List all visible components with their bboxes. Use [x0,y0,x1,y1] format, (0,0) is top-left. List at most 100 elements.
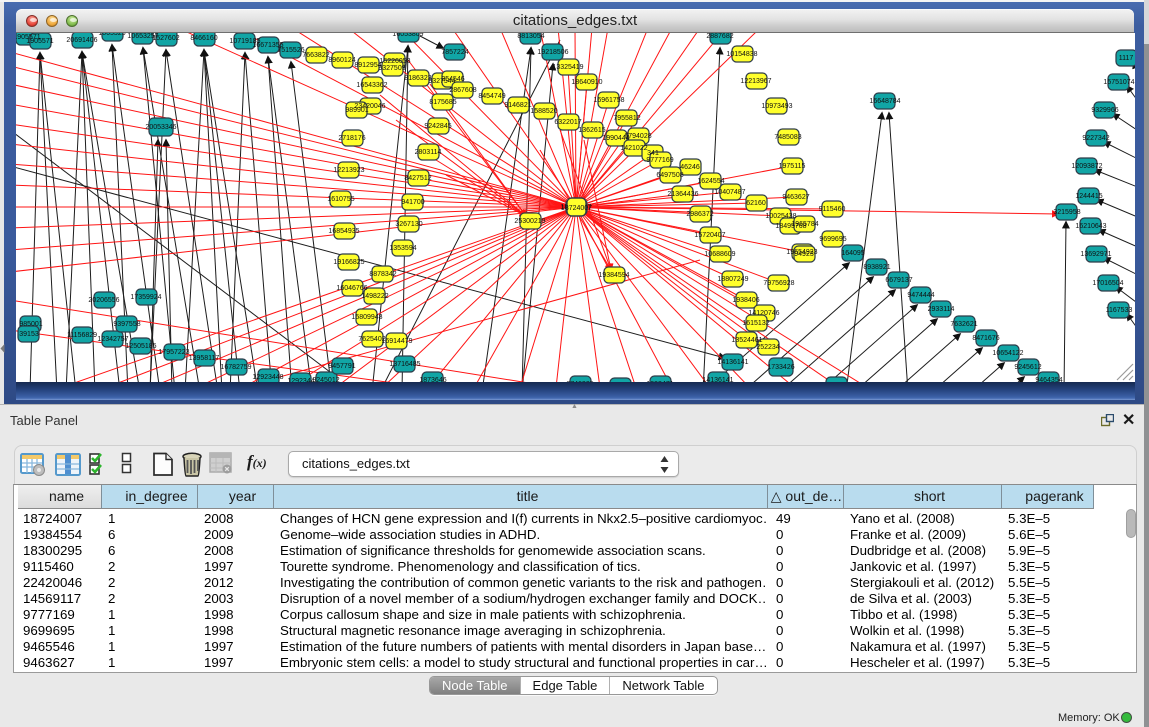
svg-text:2986372: 2986372 [686,211,713,218]
svg-text:1905571: 1905571 [26,38,53,45]
svg-text:1610755: 1610755 [327,196,354,203]
svg-text:9227342: 9227342 [1082,135,1109,142]
svg-text:20206556: 20206556 [88,297,119,304]
svg-text:7663822: 7663822 [302,52,329,59]
svg-text:15809948: 15809948 [351,314,382,321]
svg-text:14136141: 14136141 [717,359,748,366]
svg-text:10973493: 10973493 [761,103,792,110]
svg-text:2718176: 2718176 [338,135,365,142]
svg-text:1588520: 1588520 [530,108,557,115]
svg-text:9327509: 9327509 [378,65,405,72]
svg-text:11156829: 11156829 [67,332,97,339]
svg-text:8466160: 8466160 [190,35,217,42]
svg-text:25300219: 25300219 [514,218,545,225]
svg-text:1624554: 1624554 [697,178,724,185]
svg-text:8938921: 8938921 [863,264,890,271]
svg-text:16914479: 16914479 [381,338,412,345]
svg-text:12093872: 12093872 [1071,163,1102,170]
svg-text:7857224: 7857224 [441,49,468,56]
svg-text:7515526: 7515526 [277,47,304,54]
svg-text:19218506: 19218506 [537,49,568,56]
svg-text:9245612: 9245612 [1014,364,1041,371]
svg-text:16782759: 16782759 [220,364,251,371]
svg-text:16961758: 16961758 [593,97,624,104]
svg-text:13958117: 13958117 [189,355,220,362]
svg-text:12213923: 12213923 [333,167,364,174]
svg-text:1527602: 1527602 [152,35,179,42]
svg-text:9242845: 9242845 [424,123,451,130]
svg-text:9146821: 9146821 [504,102,531,109]
svg-text:2803114: 2803114 [415,149,442,156]
svg-text:1244415: 1244415 [1075,193,1102,200]
svg-text:20691406: 20691406 [66,37,97,44]
svg-text:16854935: 16854935 [328,228,359,235]
svg-text:12505185: 12505185 [125,343,156,350]
svg-text:17016504: 17016504 [1092,280,1123,287]
svg-text:1965784: 1965784 [791,221,818,228]
svg-text:341: 341 [647,150,659,157]
svg-text:15720407: 15720407 [694,232,725,239]
svg-text:46246: 46246 [680,164,700,171]
svg-text:254546: 254546 [441,76,464,83]
svg-text:1733426: 1733426 [767,364,794,371]
svg-text:8175685: 8175685 [429,99,456,106]
svg-text:17359924: 17359924 [130,294,161,301]
svg-text:16053809: 16053809 [392,33,423,38]
svg-text:9115460: 9115460 [819,206,846,213]
svg-text:14120746: 14120746 [748,310,779,317]
svg-text:1498222: 1498222 [361,293,388,300]
svg-text:8878342: 8878342 [369,271,396,278]
svg-text:19384594: 19384594 [598,272,629,279]
svg-text:9777169: 9777169 [646,157,673,164]
svg-text:15751074: 15751074 [1103,79,1134,86]
svg-text:2867608: 2867608 [449,87,476,94]
svg-text:9463627: 9463627 [782,194,809,201]
svg-text:1117: 1117 [1119,55,1134,62]
svg-text:16210643: 16210643 [1075,223,1106,230]
svg-text:8471676: 8471676 [972,335,999,342]
svg-text:94923: 94923 [794,251,814,258]
svg-text:9474444: 9474444 [907,292,934,299]
svg-text:16648784: 16648784 [869,98,900,105]
svg-text:10025438: 10025438 [765,213,796,220]
svg-text:16543362: 16543362 [356,82,387,89]
svg-text:10154838: 10154838 [726,51,757,58]
svg-text:7485083: 7485083 [774,134,801,141]
svg-text:21364436: 21364436 [667,191,698,198]
svg-text:1065325: 1065325 [98,33,125,37]
svg-text:2887682: 2887682 [706,33,733,40]
svg-text:12342757: 12342757 [97,336,128,343]
svg-text:17957223: 17957223 [158,349,189,356]
svg-text:20053346: 20053346 [145,124,176,131]
svg-text:8960124: 8960124 [328,57,355,64]
svg-text:252234: 252234 [756,344,779,351]
svg-text:10654122: 10654122 [992,350,1023,357]
svg-text:62160: 62160 [746,200,766,207]
svg-text:2933114: 2933114 [928,306,955,313]
svg-text:13325419: 13325419 [552,64,583,71]
svg-text:15226058: 15226058 [379,58,410,65]
svg-text:164095: 164095 [841,250,864,257]
svg-text:1353594: 1353594 [389,245,416,252]
svg-text:19166825: 19166825 [333,259,364,266]
svg-text:941700: 941700 [401,199,424,206]
svg-text:9457791: 9457791 [328,363,355,370]
svg-text:8427512: 8427512 [404,175,431,182]
svg-text:12213967: 12213967 [740,78,771,85]
svg-text:1421022: 1421022 [620,145,647,152]
svg-text:10407487: 10407487 [714,189,745,196]
svg-text:13524461: 13524461 [731,337,762,344]
svg-text:10688609: 10688609 [704,251,735,258]
svg-text:985001: 985001 [19,321,42,328]
svg-text:7632621: 7632621 [950,321,977,328]
svg-text:18807249: 18807249 [717,276,748,283]
svg-text:13716485: 13716485 [389,361,420,368]
svg-text:16046766: 16046766 [336,285,367,292]
svg-text:9699695: 9699695 [819,236,846,243]
svg-text:6497508: 6497508 [656,172,683,179]
svg-text:8813054: 8813054 [517,33,544,40]
svg-text:79756928: 79756928 [763,280,794,287]
svg-text:18724007: 18724007 [561,205,592,212]
svg-text:39153: 39153 [19,331,39,338]
svg-text:8454749: 8454749 [478,93,505,100]
